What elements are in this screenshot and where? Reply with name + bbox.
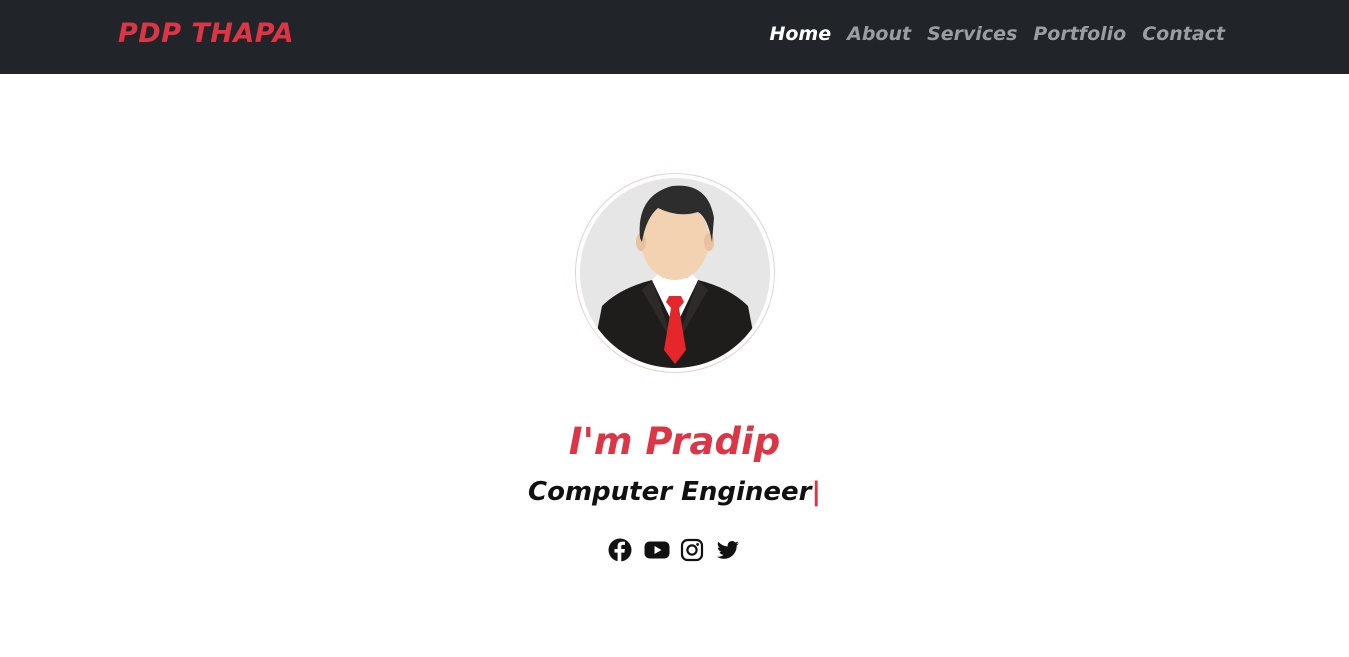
nav-item-contact: Contact <box>1142 23 1225 45</box>
typing-cursor: | <box>811 477 822 507</box>
brand-logo[interactable]: PDP THAPA <box>118 18 294 49</box>
facebook-link[interactable] <box>608 538 633 563</box>
hero-role-text: Computer Engineer <box>528 477 812 507</box>
avatar <box>575 173 775 373</box>
nav-link-services[interactable]: Services <box>927 23 1017 45</box>
nav-link-home[interactable]: Home <box>769 23 831 45</box>
navbar: PDP THAPA Home About Services Portfolio … <box>0 0 1349 74</box>
hero-role: Computer Engineer| <box>0 477 1349 507</box>
nav-item-services: Services <box>927 23 1017 45</box>
instagram-link[interactable] <box>680 538 705 563</box>
nav-item-home: Home <box>769 23 831 45</box>
businessman-avatar-icon <box>580 178 770 368</box>
nav-item-about: About <box>847 23 911 45</box>
nav-menu: Home About Services Portfolio Contact <box>769 23 1225 45</box>
youtube-link[interactable] <box>644 538 670 563</box>
hero-greeting: I'm Pradip <box>568 420 781 463</box>
twitter-icon <box>717 541 739 559</box>
twitter-link[interactable] <box>716 538 741 563</box>
nav-item-portfolio: Portfolio <box>1033 23 1126 45</box>
instagram-icon <box>680 538 704 562</box>
nav-link-contact[interactable]: Contact <box>1142 23 1225 45</box>
nav-link-about[interactable]: About <box>847 23 911 45</box>
youtube-icon <box>644 541 670 559</box>
social-links <box>0 538 1349 563</box>
facebook-icon <box>608 538 632 562</box>
nav-link-portfolio[interactable]: Portfolio <box>1033 23 1126 45</box>
